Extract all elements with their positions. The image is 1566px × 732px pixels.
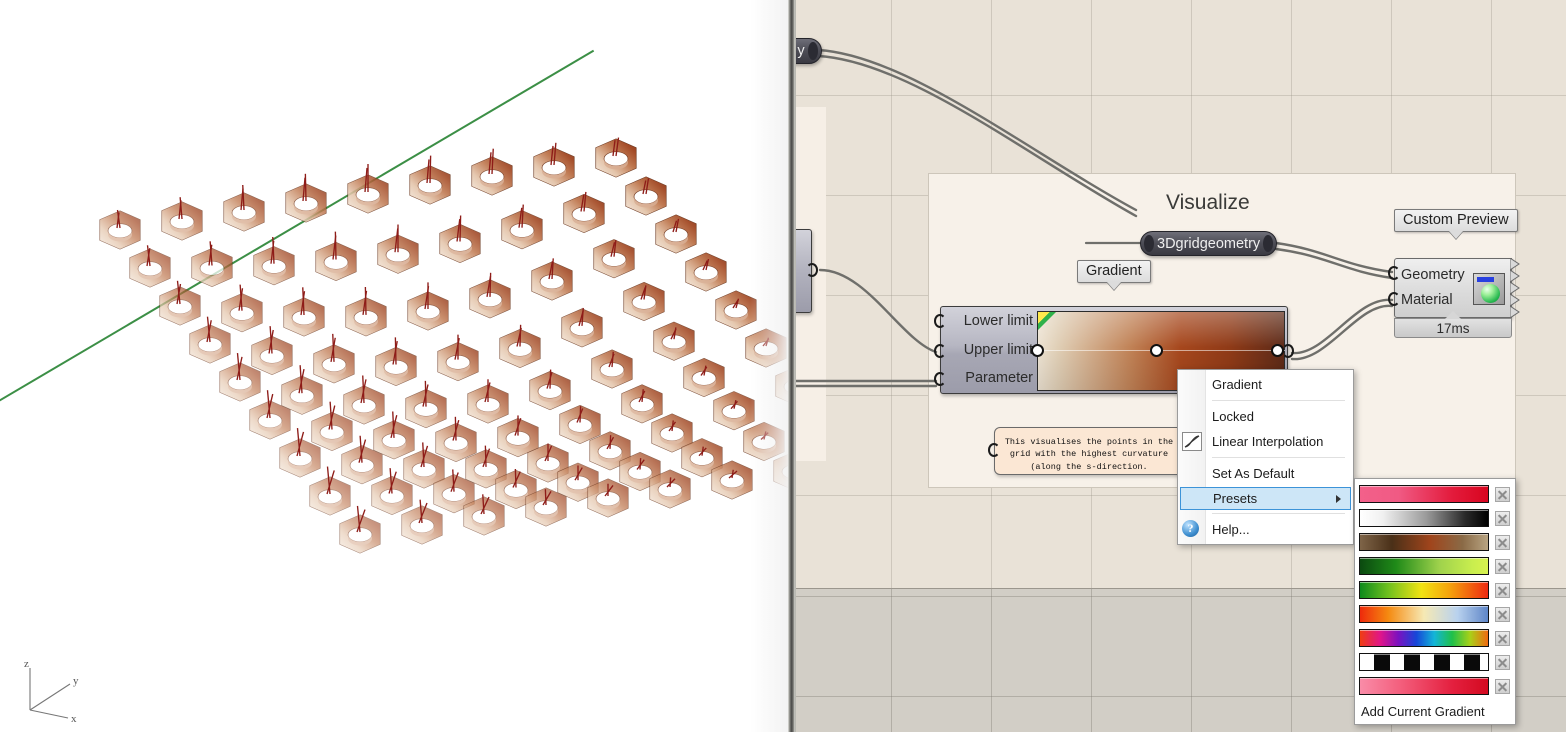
preset-swatch-green-yellow-red[interactable] — [1359, 581, 1489, 599]
viewport-edge-fade — [750, 0, 790, 732]
context-menu-item-help-label: Help... — [1212, 522, 1250, 537]
context-menu-item-help[interactable]: ? Help... — [1178, 517, 1353, 542]
axis-gizmo: z y x — [18, 658, 88, 724]
preset-row[interactable] — [1355, 578, 1515, 602]
preset-swatch-dark-green-lime[interactable] — [1359, 557, 1489, 575]
delete-preset-icon[interactable] — [1495, 559, 1510, 574]
chevron-right-icon — [1336, 495, 1341, 503]
delete-preset-icon[interactable] — [1495, 631, 1510, 646]
context-menu-item-set-as-default[interactable]: Set As Default — [1178, 461, 1353, 486]
custom-preview-component[interactable]: Geometry Material — [1394, 258, 1512, 318]
context-menu-item-gradient[interactable]: Gradient — [1178, 372, 1353, 397]
preset-row[interactable] — [1355, 530, 1515, 554]
gradient-port-lower-limit[interactable] — [934, 314, 946, 328]
gradient-input-upper-limit: Upper limit — [964, 343, 1033, 358]
preset-row[interactable] — [1355, 674, 1515, 698]
delete-preset-icon[interactable] — [1495, 487, 1510, 502]
preset-swatch-earth-brown[interactable] — [1359, 533, 1489, 551]
custom-preview-port-material[interactable] — [1388, 292, 1400, 306]
material-icon-bar — [1477, 277, 1494, 282]
preset-row[interactable] — [1355, 650, 1515, 674]
gradient-name-tag[interactable]: Gradient — [1077, 260, 1151, 283]
preset-row[interactable] — [1355, 482, 1515, 506]
gradient-input-labels: Lower limit Upper limit Parameter — [941, 307, 1037, 393]
preset-swatch-white-black[interactable] — [1359, 509, 1489, 527]
axis-label-x: x — [71, 713, 77, 724]
preset-swatch-pink-red[interactable] — [1359, 485, 1489, 503]
name-tag-tail-icon — [1449, 231, 1463, 239]
rhino-3d-viewport[interactable]: z y x — [0, 0, 790, 732]
preset-swatch-pink-red-2[interactable] — [1359, 677, 1489, 695]
add-current-gradient-label: Add Current Gradient — [1361, 704, 1485, 719]
gradient-port-parameter[interactable] — [934, 372, 946, 386]
gradient-context-menu[interactable]: Gradient Locked Linear Interpolation Set… — [1177, 369, 1354, 545]
axis-label-z: z — [24, 658, 29, 670]
context-menu-item-set-as-default-label: Set As Default — [1212, 466, 1294, 481]
gradient-port-upper-limit[interactable] — [934, 344, 946, 358]
gradient-stop-handle[interactable] — [1150, 344, 1163, 357]
wire-param-label: 3Dgridgeometry — [1157, 236, 1260, 252]
delete-preset-icon[interactable] — [1495, 655, 1510, 670]
presets-submenu[interactable]: Add Current Gradient — [1354, 478, 1516, 725]
wire-param-3dgridgeometry[interactable]: 3Dgridgeometry — [1140, 231, 1277, 256]
canvas-comment-panel[interactable]: This visualises the points in the grid w… — [994, 427, 1184, 475]
help-question-icon: ? — [1182, 520, 1199, 537]
context-menu-item-presets[interactable]: Presets — [1180, 487, 1351, 510]
preset-row[interactable] — [1355, 554, 1515, 578]
context-menu-item-presets-label: Presets — [1213, 491, 1257, 506]
material-icon-sphere — [1481, 284, 1500, 303]
context-menu-separator — [1212, 513, 1345, 514]
name-tag-tail-icon — [1107, 282, 1121, 290]
preset-swatch-red-white-blue[interactable] — [1359, 605, 1489, 623]
offscreen-param-capsule[interactable]: y — [796, 38, 822, 64]
runtime-bar-nub-icon — [1445, 311, 1461, 319]
custom-preview-input-material: Material — [1401, 292, 1453, 308]
axis-label-y: y — [73, 675, 79, 687]
viewport-splitter[interactable] — [788, 0, 796, 732]
context-menu-item-gradient-label: Gradient — [1212, 377, 1262, 392]
delete-preset-icon[interactable] — [1495, 583, 1510, 598]
gradient-port-output[interactable] — [1282, 344, 1294, 358]
offscreen-param-label: y — [797, 43, 804, 59]
hex-lattice-geometry — [0, 110, 790, 630]
preset-swatch-rainbow-spectrum[interactable] — [1359, 629, 1489, 647]
comment-panel-port[interactable] — [988, 443, 1000, 457]
custom-preview-runtime-bar: 17ms — [1394, 318, 1512, 338]
interpolation-curve-icon — [1182, 432, 1202, 451]
custom-preview-port-geometry[interactable] — [1388, 266, 1400, 280]
context-menu-item-locked-label: Locked — [1212, 409, 1254, 424]
custom-preview-material-icon — [1473, 273, 1505, 305]
custom-preview-input-geometry: Geometry — [1401, 267, 1465, 283]
context-menu-item-linear-interpolation-label: Linear Interpolation — [1212, 434, 1323, 449]
context-menu-separator — [1212, 457, 1345, 458]
gradient-stop-handle[interactable] — [1031, 344, 1044, 357]
gradient-name-tag-label: Gradient — [1086, 263, 1142, 279]
preset-row[interactable] — [1355, 602, 1515, 626]
delete-preset-icon[interactable] — [1495, 607, 1510, 622]
preset-row[interactable] — [1355, 506, 1515, 530]
context-menu-separator — [1212, 400, 1345, 401]
custom-preview-runtime-value: 17ms — [1436, 321, 1469, 336]
delete-preset-icon[interactable] — [1495, 511, 1510, 526]
context-menu-item-locked[interactable]: Locked — [1178, 404, 1353, 429]
gradient-input-parameter: Parameter — [965, 371, 1033, 386]
custom-preview-name-tag-label: Custom Preview — [1403, 212, 1509, 228]
offscreen-component-output-port[interactable] — [806, 263, 818, 277]
custom-preview-name-tag[interactable]: Custom Preview — [1394, 209, 1518, 232]
preset-swatch-black-white-stripes[interactable] — [1359, 653, 1489, 671]
group-title-visualize: Visualize — [1166, 191, 1250, 215]
delete-preset-icon[interactable] — [1495, 535, 1510, 550]
gradient-input-lower-limit: Lower limit — [964, 314, 1033, 329]
preset-row[interactable] — [1355, 626, 1515, 650]
context-menu-item-linear-interpolation[interactable]: Linear Interpolation — [1178, 429, 1353, 454]
component-zigzag-edge-icon — [1510, 258, 1520, 320]
offscreen-component-partial[interactable] — [796, 229, 812, 313]
delete-preset-icon[interactable] — [1495, 679, 1510, 694]
add-current-gradient-item[interactable]: Add Current Gradient — [1355, 698, 1515, 724]
